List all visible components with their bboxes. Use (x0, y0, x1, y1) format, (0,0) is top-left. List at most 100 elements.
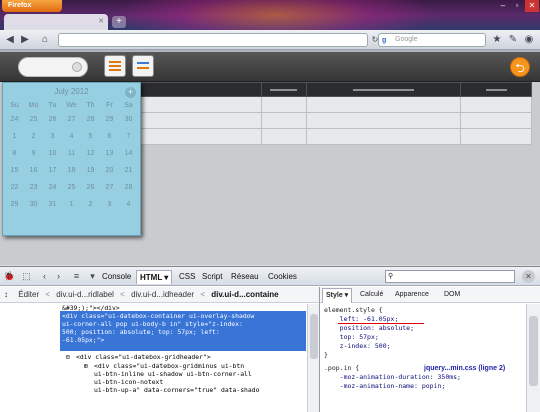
style-line[interactable]: -moz-animation-name: popin; (324, 382, 446, 391)
code-line[interactable]: <div class="ui-datebox-gridheader"> (76, 353, 211, 361)
breadcrumb-item[interactable]: div.ui-d...idheader (127, 287, 198, 302)
code-line[interactable]: <div class="ui-datebox-container ui-over… (62, 312, 254, 320)
style-line[interactable]: element.style { (324, 306, 383, 315)
calendar-day[interactable]: 23 (24, 179, 43, 196)
new-tab-button[interactable]: + (112, 16, 126, 28)
tab-style[interactable]: Style ▾ (322, 288, 353, 303)
calendar-day[interactable]: 5 (81, 128, 100, 145)
close-tab-icon[interactable]: ✕ (98, 14, 104, 30)
dropdown-icon[interactable]: ▾ (86, 270, 99, 283)
search-input[interactable]: g Google (378, 33, 486, 47)
calendar-day[interactable]: 31 (43, 196, 62, 213)
style-line[interactable]: .pop.in { (324, 364, 359, 373)
calendar-day[interactable]: 13 (100, 145, 119, 162)
addon-icon[interactable]: ✎ (506, 33, 520, 47)
css-source-link[interactable]: jquery...min.css (ligne 2) (424, 364, 505, 373)
breadcrumb-item-selected[interactable]: div.ui-d...containe (207, 287, 282, 302)
calendar-day[interactable]: 24 (5, 111, 24, 128)
calendar-day[interactable]: 9 (24, 145, 43, 162)
menu-icon[interactable]: ≡ (70, 270, 83, 283)
home-icon[interactable]: ⌂ (38, 33, 52, 47)
calendar-day[interactable]: 2 (24, 128, 43, 145)
calendar-day[interactable]: 22 (5, 179, 24, 196)
style-line[interactable]: z-index: 500; (324, 342, 391, 351)
tab-script[interactable]: Script (202, 270, 222, 284)
next-month-button[interactable]: + (125, 87, 136, 98)
calendar-day[interactable]: 7 (119, 128, 138, 145)
firebug-search-input[interactable]: ⚲ (385, 270, 515, 283)
tab-dom[interactable]: DOM (444, 287, 460, 303)
tab-calcule[interactable]: Calculé (360, 287, 383, 303)
calendar-day[interactable]: 1 (62, 196, 81, 213)
calendar-day[interactable]: 4 (119, 196, 138, 213)
calendar-day[interactable]: 26 (43, 111, 62, 128)
style-line[interactable]: position: absolute; (324, 324, 414, 333)
calendar-day[interactable]: 29 (100, 111, 119, 128)
browser-tab[interactable]: ✕ (4, 14, 108, 30)
calendar-day[interactable]: 3 (43, 128, 62, 145)
forward-icon[interactable]: ▶ (18, 33, 32, 47)
close-window-icon[interactable]: ✕ (525, 0, 539, 12)
expand-icon[interactable]: ⊞ (84, 362, 88, 370)
forward-icon[interactable]: › (52, 270, 65, 283)
edit-button[interactable] (132, 55, 154, 77)
calendar-day[interactable]: 24 (43, 179, 62, 196)
calendar-day[interactable]: 10 (43, 145, 62, 162)
calendar-day[interactable]: 26 (81, 179, 100, 196)
calendar-day[interactable]: 18 (62, 162, 81, 179)
url-bar[interactable] (58, 33, 368, 47)
code-line[interactable]: ui-btn-inline ui-shadow ui-btn-corner-al… (94, 370, 252, 378)
close-firebug-icon[interactable]: ✕ (522, 270, 535, 283)
code-line[interactable]: 500; position: absolute; top: 57px; left… (62, 328, 220, 336)
expand-icon[interactable]: ⊟ (66, 353, 70, 361)
code-line[interactable]: <div class="ui-datebox-gridminus ui-btn (94, 362, 244, 370)
calendar-day[interactable]: 25 (62, 179, 81, 196)
tab-apparence[interactable]: Apparence (395, 287, 429, 303)
calendar-day[interactable]: 28 (81, 111, 100, 128)
tab-console[interactable]: Console (102, 270, 131, 284)
style-line[interactable]: top: 57px; (324, 333, 379, 342)
edit-button[interactable]: Éditer (14, 287, 43, 302)
calendar-day[interactable]: 28 (119, 179, 138, 196)
calendar-day[interactable]: 14 (119, 145, 138, 162)
calendar-day[interactable]: 3 (100, 196, 119, 213)
tab-css[interactable]: CSS (179, 270, 195, 284)
tab-reseau[interactable]: Réseau (231, 270, 259, 284)
style-line[interactable]: -moz-animation-duration: 350ms; (324, 373, 461, 382)
calendar-day[interactable]: 12 (81, 145, 100, 162)
minimize-icon[interactable]: – (496, 0, 510, 12)
code-line[interactable]: ui-btn-up-a" data-corners="true" data-sh… (94, 386, 259, 394)
calendar-day[interactable]: 30 (119, 111, 138, 128)
calendar-icon[interactable] (72, 62, 82, 72)
calendar-day[interactable]: 20 (100, 162, 119, 179)
calendar-day[interactable]: 4 (62, 128, 81, 145)
breadcrumb-item[interactable]: div.ui-d...ridlabel (52, 287, 118, 302)
calendar-day[interactable]: 21 (119, 162, 138, 179)
calendar-day[interactable]: 17 (43, 162, 62, 179)
bookmark-icon[interactable]: ★ (490, 33, 504, 47)
calendar-day[interactable]: 15 (5, 162, 24, 179)
back-icon[interactable]: ◀ (3, 33, 17, 47)
list-button[interactable] (104, 55, 126, 77)
inspect-icon[interactable]: ⬚ (20, 270, 33, 283)
style-scrollbar[interactable] (526, 304, 540, 412)
calendar-day[interactable]: 1 (5, 128, 24, 145)
calendar-day[interactable]: 29 (5, 196, 24, 213)
nav-arrows-icon[interactable]: ↕ (0, 287, 12, 302)
calendar-day[interactable]: 27 (100, 179, 119, 196)
firebug-logo-icon[interactable]: 🐞 (3, 270, 16, 283)
code-line[interactable]: ui-btn-icon-notext (94, 378, 163, 386)
calendar-day[interactable]: 25 (24, 111, 43, 128)
expand-icon[interactable]: ⊟ (52, 312, 56, 320)
calendar-day[interactable]: 19 (81, 162, 100, 179)
firebug-icon[interactable]: ◉ (522, 33, 536, 47)
code-line[interactable]: -61.05px;"> (62, 336, 104, 344)
firefox-menu-button[interactable]: Firefox (2, 0, 62, 12)
calendar-day[interactable]: 6 (100, 128, 119, 145)
back-icon[interactable]: ‹ (38, 270, 51, 283)
calendar-day[interactable]: 8 (5, 145, 24, 162)
code-line[interactable]: ui-corner-all pop ui-body-b in" style="z… (62, 320, 243, 328)
maximize-icon[interactable]: ▫ (510, 0, 524, 12)
calendar-day[interactable]: 2 (81, 196, 100, 213)
calendar-day[interactable]: 27 (62, 111, 81, 128)
